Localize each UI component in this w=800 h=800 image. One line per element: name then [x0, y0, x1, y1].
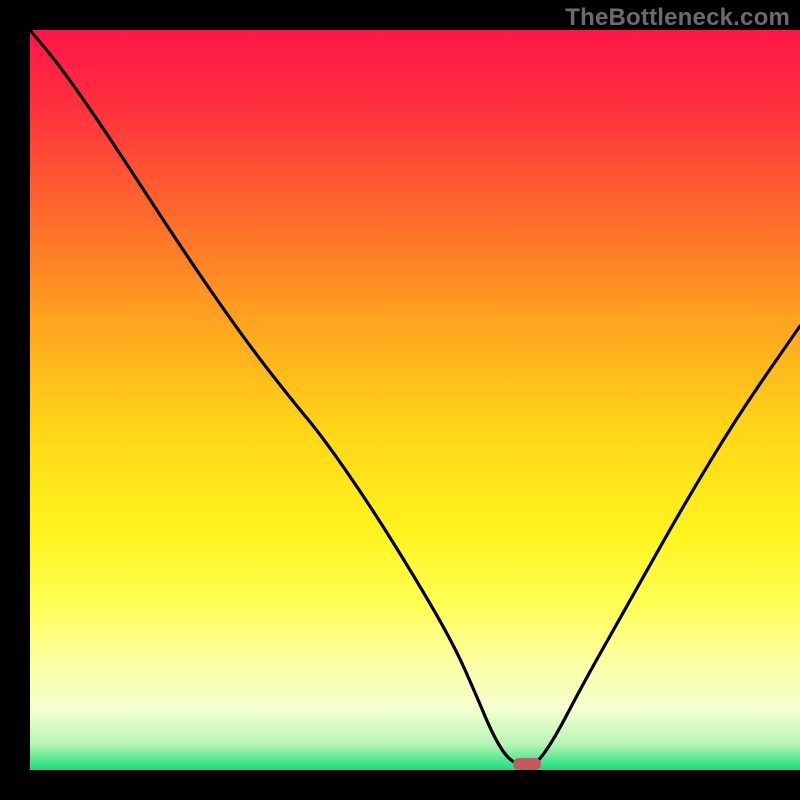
plot-area	[30, 30, 800, 770]
watermark-text: TheBottleneck.com	[565, 4, 790, 32]
optimal-point-marker	[513, 758, 541, 770]
bottleneck-curve	[30, 30, 800, 770]
chart-frame: TheBottleneck.com	[0, 0, 800, 800]
